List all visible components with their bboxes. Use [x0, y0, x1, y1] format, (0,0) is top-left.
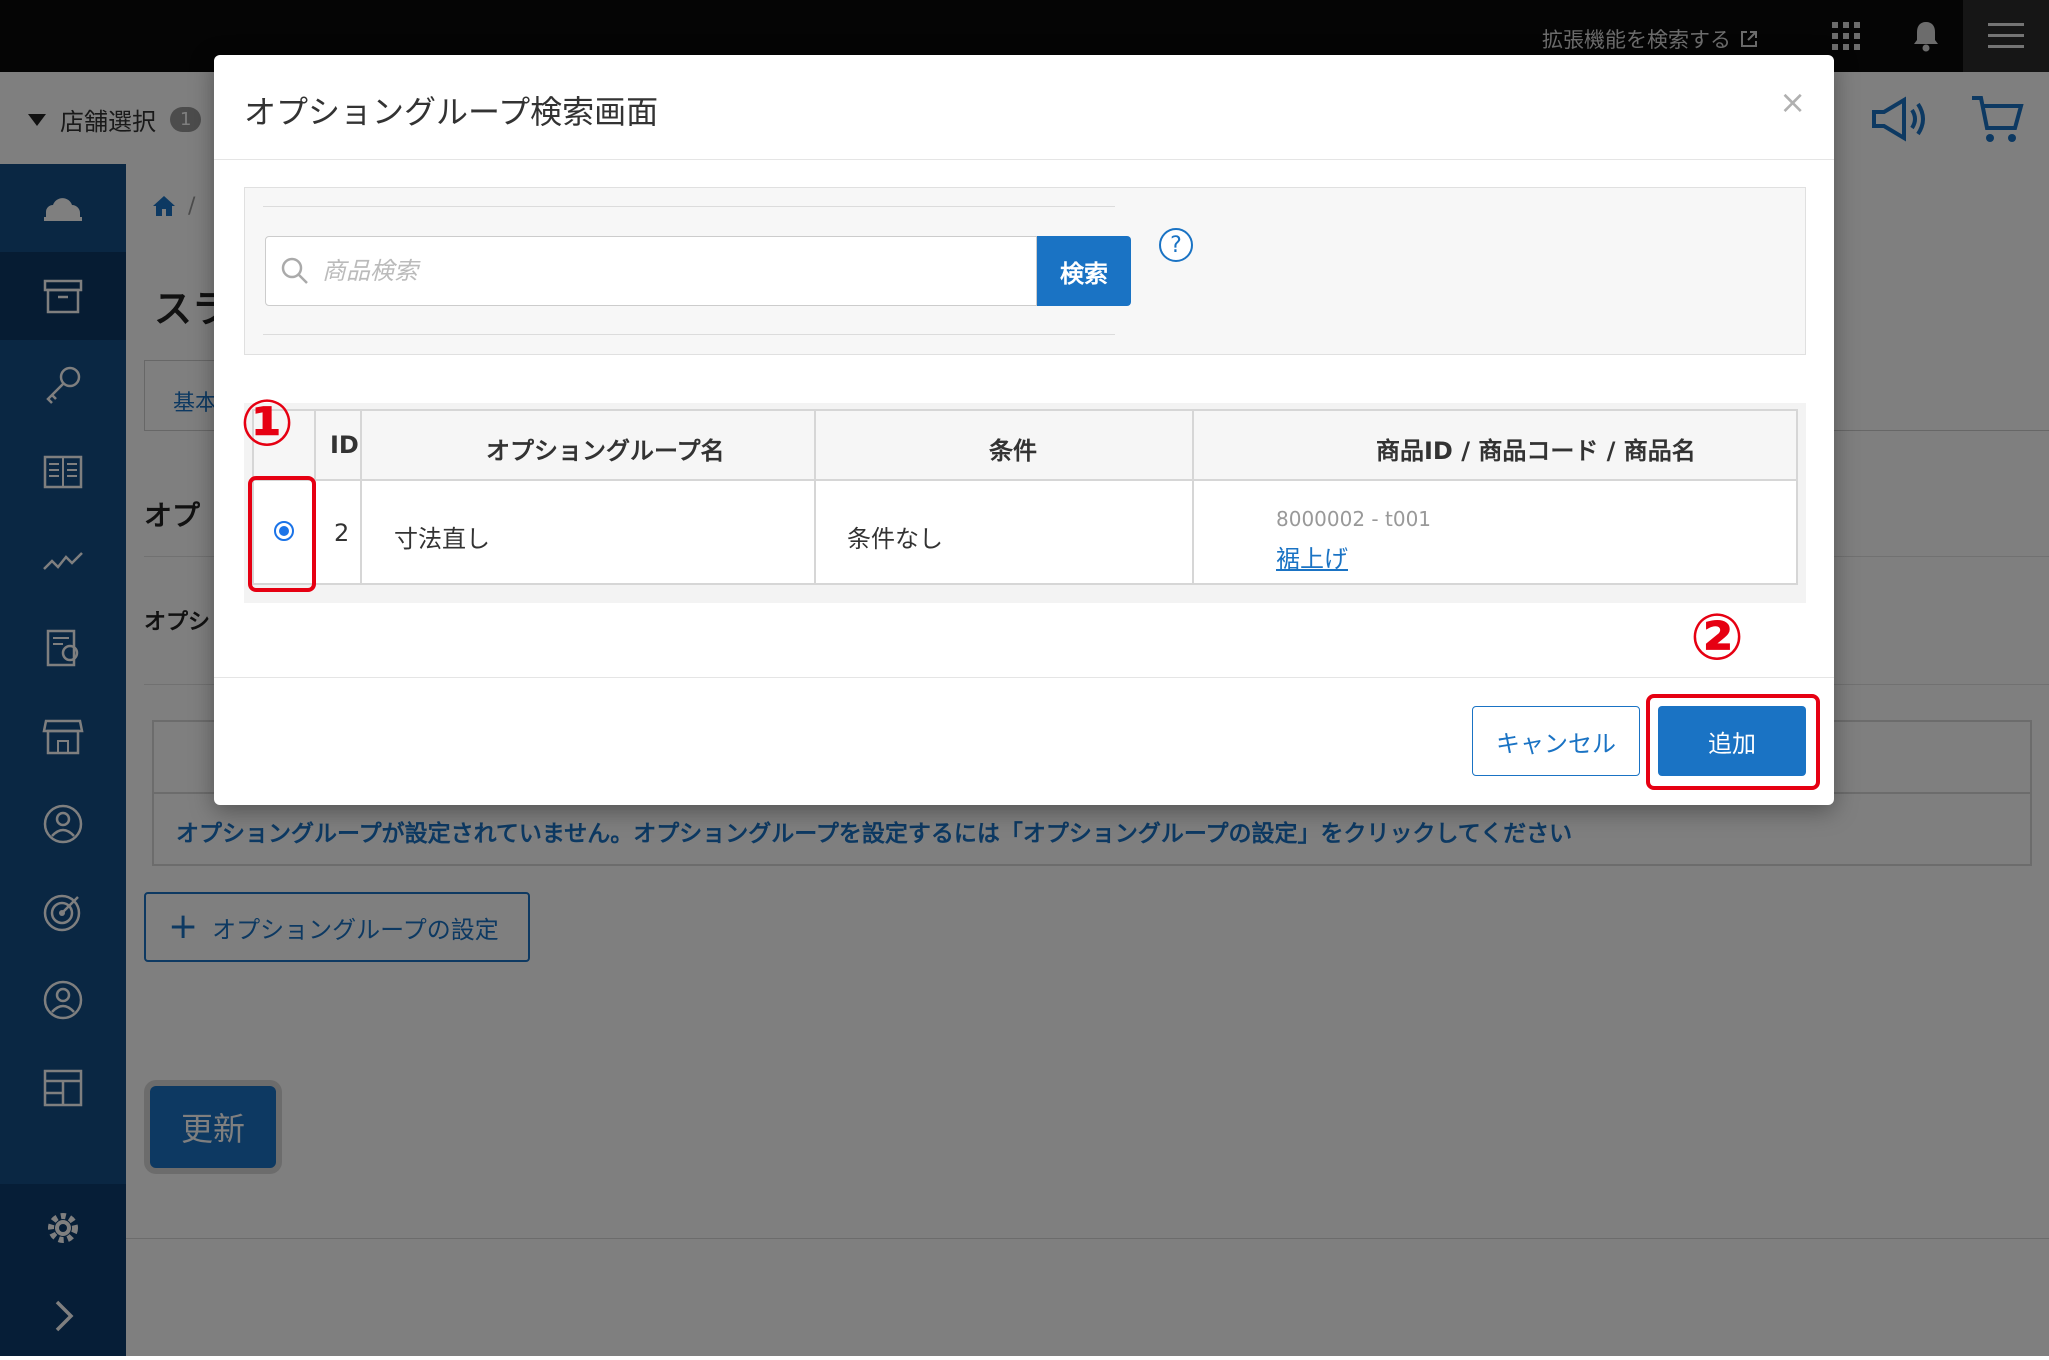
column-divider	[1192, 411, 1194, 583]
row-condition: 条件なし	[847, 525, 943, 553]
header-divider	[254, 479, 1796, 481]
row-option-group-name: 寸法直し	[394, 525, 490, 553]
modal-title: オプショングループ検索画面	[244, 93, 659, 131]
row-id: 2	[334, 519, 350, 547]
column-divider	[814, 411, 816, 583]
modal-header: オプショングループ検索画面 ×	[214, 55, 1834, 160]
header-option-group-name: オプショングループ名	[486, 437, 725, 465]
header-condition: 条件	[989, 437, 1037, 465]
column-divider	[360, 411, 362, 583]
annotation-step-2: ②	[1690, 601, 1745, 675]
search-panel-divider	[263, 206, 1115, 207]
result-table: ID オプショングループ名 条件 商品ID / 商品コード / 商品名 2 寸法…	[252, 409, 1798, 585]
annotation-step-1: ①	[240, 387, 295, 461]
search-panel: 検索 ?	[244, 187, 1806, 355]
close-icon[interactable]: ×	[1779, 83, 1806, 121]
search-icon	[281, 257, 308, 284]
row-product-name-link[interactable]: 裾上げ	[1276, 539, 1348, 574]
modal-footer-divider	[214, 677, 1834, 678]
header-id: ID	[330, 431, 359, 459]
help-icon[interactable]: ?	[1159, 228, 1193, 262]
header-product: 商品ID / 商品コード / 商品名	[1376, 437, 1696, 465]
cancel-button[interactable]: キャンセル	[1472, 706, 1640, 776]
row-product-code: 8000002 - t001	[1276, 507, 1432, 531]
annotation-box-radio	[248, 476, 316, 592]
search-button[interactable]: 検索	[1037, 236, 1131, 306]
option-group-search-modal: オプショングループ検索画面 × 検索 ? ID オプショングループ名 条件 商品…	[214, 55, 1834, 805]
search-panel-divider	[263, 334, 1115, 335]
search-field[interactable]	[265, 236, 1037, 306]
annotation-box-add	[1646, 694, 1820, 790]
search-input[interactable]	[320, 256, 1024, 286]
result-area: ID オプショングループ名 条件 商品ID / 商品コード / 商品名 2 寸法…	[244, 403, 1806, 603]
